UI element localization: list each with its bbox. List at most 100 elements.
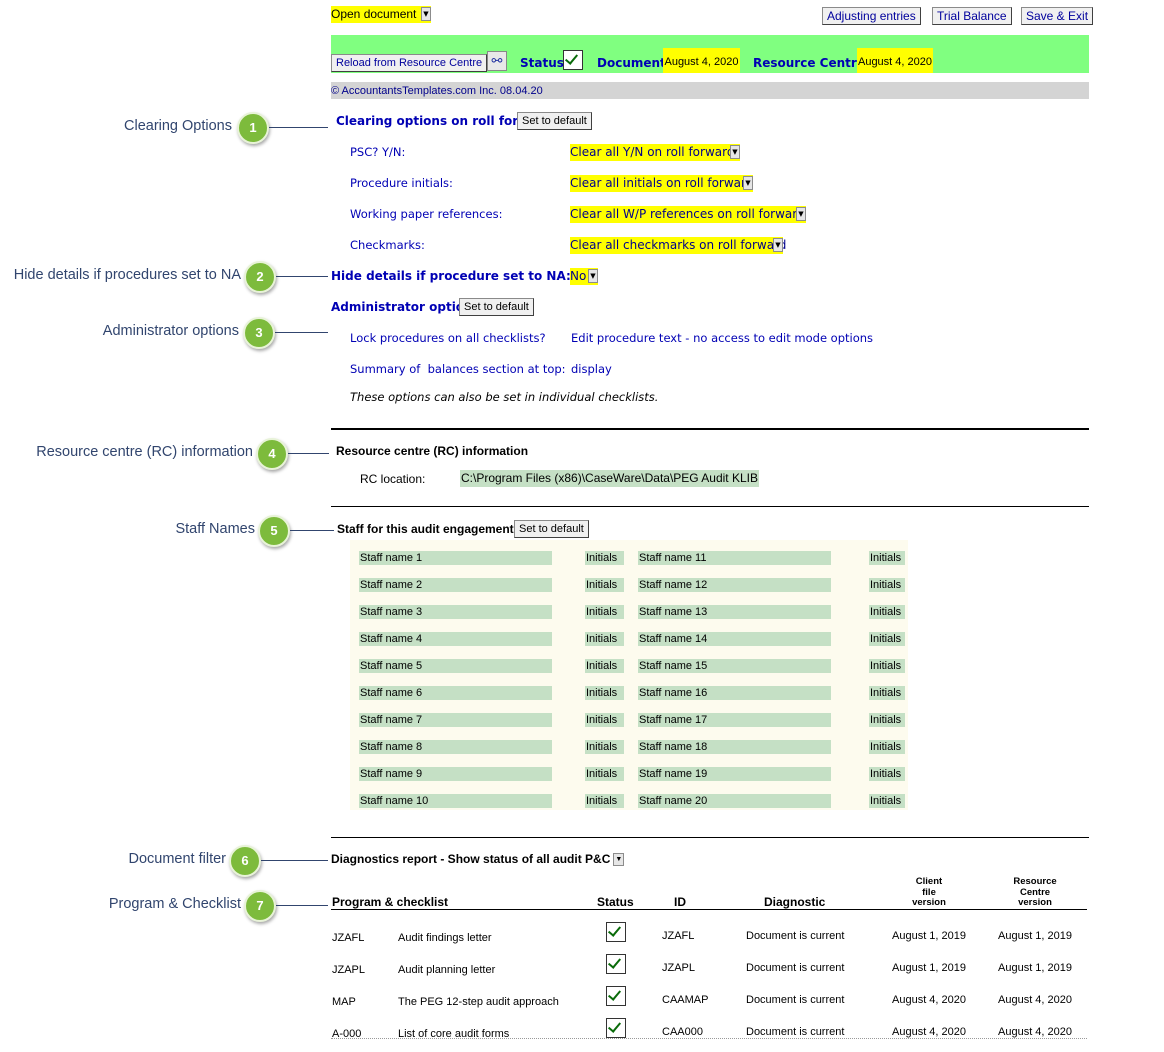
reload-from-rc-button[interactable]: Reload from Resource Centre bbox=[331, 54, 488, 72]
col-diagnostic: Diagnostic bbox=[764, 895, 826, 909]
callout-label-4: Resource centre (RC) information bbox=[36, 444, 253, 460]
staff-name-field[interactable]: Staff name 17 bbox=[638, 713, 831, 727]
staff-initials-field[interactable]: Initials bbox=[869, 551, 905, 565]
checkmarks-dropdown[interactable]: Clear all checkmarks on roll forward ▼ bbox=[570, 237, 786, 254]
procedure-initials-label: Procedure initials: bbox=[350, 176, 453, 190]
callout-badge-2: 2 bbox=[244, 261, 276, 293]
procedure-initials-dropdown[interactable]: Clear all initials on roll forward ▼ bbox=[570, 175, 753, 192]
staff-name-field[interactable]: Staff name 13 bbox=[638, 605, 831, 619]
staff-name-field[interactable]: Staff name 4 bbox=[359, 632, 552, 646]
staff-name-field[interactable]: Staff name 6 bbox=[359, 686, 552, 700]
staff-name-field[interactable]: Staff name 9 bbox=[359, 767, 552, 781]
staff-initials-field[interactable]: Initials bbox=[869, 632, 905, 646]
adjusting-entries-button[interactable]: Adjusting entries bbox=[822, 7, 921, 25]
staff-name-field[interactable]: Staff name 12 bbox=[638, 578, 831, 592]
staff-initials-field[interactable]: Initials bbox=[585, 578, 624, 592]
staff-initials-field[interactable]: Initials bbox=[869, 659, 905, 673]
staff-initials-field[interactable]: Initials bbox=[585, 551, 624, 565]
chevron-down-icon: ▼ bbox=[421, 7, 431, 21]
staff-initials-field[interactable]: Initials bbox=[585, 713, 624, 727]
staff-initials-field[interactable]: Initials bbox=[869, 740, 905, 754]
staff-initials-field[interactable]: Initials bbox=[585, 659, 624, 673]
row-name: The PEG 12-step audit approach bbox=[398, 996, 559, 1008]
staff-name-field[interactable]: Staff name 20 bbox=[638, 794, 831, 808]
staff-initials-field[interactable]: Initials bbox=[585, 605, 624, 619]
staff-initials-field[interactable]: Initials bbox=[869, 794, 905, 808]
summary-balances-label: Summary of balances section at top: bbox=[350, 362, 566, 376]
wp-references-dropdown[interactable]: Clear all W/P references on roll forward… bbox=[570, 206, 806, 223]
col-client-line1: Client bbox=[915, 876, 943, 887]
callout-label-5: Staff Names bbox=[175, 521, 255, 537]
document-date: August 4, 2020 bbox=[663, 48, 740, 73]
callout-label-1: Clearing Options bbox=[124, 118, 232, 134]
staff-initials-field[interactable]: Initials bbox=[585, 740, 624, 754]
staff-name-field[interactable]: Staff name 14 bbox=[638, 632, 831, 646]
staff-initials-field[interactable]: Initials bbox=[869, 713, 905, 727]
wp-references-label: Working paper references: bbox=[350, 207, 503, 221]
rc-location-value[interactable]: C:\Program Files (x86)\CaseWare\Data\PEG… bbox=[460, 470, 759, 487]
admin-set-default-button[interactable]: Set to default bbox=[459, 298, 534, 316]
row-client-version: August 4, 2020 bbox=[892, 1026, 967, 1038]
staff-name-field[interactable]: Staff name 3 bbox=[359, 605, 552, 619]
open-document-dropdown[interactable]: Open document ▼ bbox=[331, 6, 431, 23]
callout-label-3: Administrator options bbox=[102, 323, 239, 339]
staff-name-field[interactable]: Staff name 15 bbox=[638, 659, 831, 673]
staff-initials-field[interactable]: Initials bbox=[869, 578, 905, 592]
staff-name-field[interactable]: Staff name 5 bbox=[359, 659, 552, 673]
staff-name-field[interactable]: Staff name 8 bbox=[359, 740, 552, 754]
staff-initials-field[interactable]: Initials bbox=[869, 605, 905, 619]
staff-name-field[interactable]: Staff name 1 bbox=[359, 551, 552, 565]
row-diagnostic: Document is current bbox=[746, 930, 845, 942]
row-diagnostic: Document is current bbox=[746, 962, 845, 974]
row-id: CAAMAP bbox=[662, 994, 709, 1006]
status-checkmark-icon bbox=[563, 50, 583, 70]
staff-initials-field[interactable]: Initials bbox=[585, 632, 624, 646]
callout-badge-1: 1 bbox=[237, 112, 269, 144]
chevron-down-icon: ▼ bbox=[796, 207, 806, 221]
psc-dropdown[interactable]: Clear all Y/N on roll forward ▼ bbox=[570, 144, 740, 161]
row-name: Audit findings letter bbox=[398, 932, 492, 944]
row-client-version: August 1, 2019 bbox=[892, 930, 967, 942]
psc-label: PSC? Y/N: bbox=[350, 145, 406, 159]
row-id: JZAPL bbox=[662, 962, 696, 974]
staff-name-field[interactable]: Staff name 2 bbox=[359, 578, 552, 592]
sync-icon[interactable]: ⚯ bbox=[487, 51, 507, 71]
procedure-initials-value: Clear all initials on roll forward bbox=[570, 176, 754, 190]
staff-initials-field[interactable]: Initials bbox=[869, 767, 905, 781]
chevron-down-icon: ▼ bbox=[588, 269, 598, 283]
summary-balances-value[interactable]: display bbox=[571, 362, 612, 376]
staff-name-field[interactable]: Staff name 19 bbox=[638, 767, 831, 781]
callout-line-3 bbox=[275, 332, 328, 333]
trial-balance-button[interactable]: Trial Balance bbox=[932, 7, 1012, 25]
row-rc-version: August 1, 2019 bbox=[998, 962, 1073, 974]
col-program: Program & checklist bbox=[332, 895, 449, 909]
hide-details-dropdown[interactable]: No ▼ bbox=[570, 268, 598, 285]
staff-set-default-button[interactable]: Set to default bbox=[514, 520, 589, 538]
staff-name-field[interactable]: Staff name 7 bbox=[359, 713, 552, 727]
diagnostics-filter-dropdown[interactable]: Diagnostics report - Show status of all … bbox=[331, 852, 625, 866]
rc-info-title: Resource centre (RC) information bbox=[336, 444, 529, 458]
save-exit-button[interactable]: Save & Exit bbox=[1021, 7, 1094, 25]
table-header-divider bbox=[331, 909, 1087, 910]
staff-initials-field[interactable]: Initials bbox=[869, 686, 905, 700]
staff-name-field[interactable]: Staff name 18 bbox=[638, 740, 831, 754]
staff-name-field[interactable]: Staff name 11 bbox=[638, 551, 831, 565]
row-client-version: August 4, 2020 bbox=[892, 994, 967, 1006]
diagnostics-filter-label: Diagnostics report - Show status of all … bbox=[331, 852, 611, 866]
clearing-set-default-button[interactable]: Set to default bbox=[517, 112, 592, 130]
callout-badge-7: 7 bbox=[244, 890, 276, 922]
row-code: MAP bbox=[332, 996, 356, 1008]
admin-options-title: Administrator options bbox=[331, 300, 480, 314]
col-status: Status bbox=[597, 895, 634, 909]
staff-initials-field[interactable]: Initials bbox=[585, 794, 624, 808]
staff-initials-field[interactable]: Initials bbox=[585, 686, 624, 700]
staff-name-field[interactable]: Staff name 10 bbox=[359, 794, 552, 808]
chevron-down-icon: ▼ bbox=[613, 853, 625, 866]
staff-name-field[interactable]: Staff name 16 bbox=[638, 686, 831, 700]
callout-line-7 bbox=[276, 905, 328, 906]
hide-details-label: Hide details if procedure set to NA: bbox=[331, 269, 571, 283]
staff-initials-field[interactable]: Initials bbox=[585, 767, 624, 781]
lock-procedures-value[interactable]: Edit procedure text - no access to edit … bbox=[571, 331, 873, 345]
row-id: CAA000 bbox=[662, 1026, 703, 1038]
row-client-version: August 1, 2019 bbox=[892, 962, 967, 974]
